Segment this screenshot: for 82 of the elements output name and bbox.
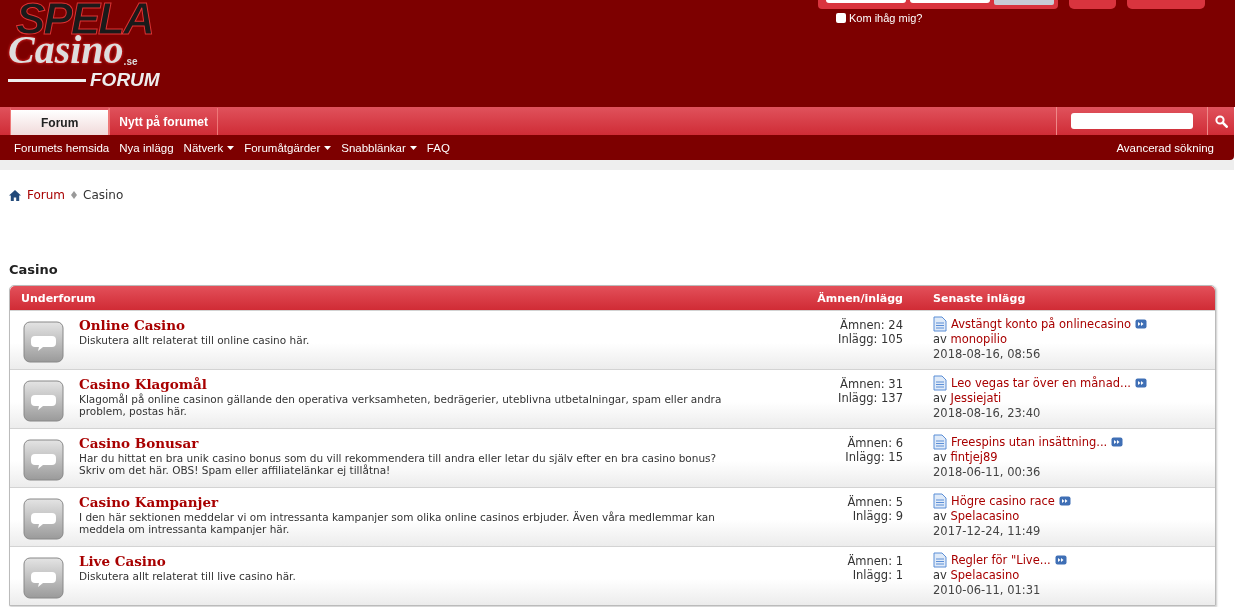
forum-title-link[interactable]: Live Casino xyxy=(79,553,166,569)
go-to-post-icon[interactable] xyxy=(1058,496,1071,506)
breadcrumb-link[interactable]: Forum xyxy=(27,188,66,202)
forum-description: Har du hittat en bra unik casino bonus som du vill rekommendera till andra eller letar du själv efter en bra casino bonus? Skriv om det här. OBS! Spam eller affiliatelänkar ej tillåtna! xyxy=(79,452,718,476)
nav-link[interactable]: FAQ xyxy=(426,141,450,154)
caret-icon xyxy=(324,145,332,150)
forum-title-link[interactable]: Casino Bonusar xyxy=(79,435,199,451)
author-line: av Spelacasino xyxy=(933,509,1020,524)
go-to-post-icon[interactable] xyxy=(1111,437,1124,447)
nav-link[interactable]: Snabblänkar xyxy=(341,141,417,154)
post-date: 2018-08-16, 08:56 xyxy=(933,347,1041,362)
forum-title-link[interactable]: Casino Kampanjer xyxy=(79,494,219,510)
nav-link[interactable]: Forumåtgärder xyxy=(244,141,332,154)
go-to-post-icon[interactable] xyxy=(1135,319,1148,329)
post-title-link[interactable]: Freespins utan insättning... xyxy=(951,434,1108,450)
column-header: Senaste inlägg xyxy=(932,291,1027,305)
go-to-post-icon[interactable] xyxy=(1054,555,1067,565)
input-field[interactable] xyxy=(826,0,906,3)
search-field[interactable] xyxy=(1071,113,1193,129)
go-to-post-icon[interactable] xyxy=(1134,378,1147,388)
checkbox[interactable] xyxy=(836,13,846,23)
topic-count: Ämnen: 6 xyxy=(847,436,903,450)
topic-count: Ämnen: 5 xyxy=(847,495,903,509)
advanced-search-link[interactable]: Avancerad sökning xyxy=(1116,141,1214,154)
post-title-link[interactable]: Högre casino race xyxy=(951,493,1055,509)
post-title-link[interactable]: Leo vegas tar över en månad... xyxy=(951,375,1131,391)
author-line: av fintjej89 xyxy=(933,450,998,465)
caret-icon xyxy=(227,145,235,150)
section-title: Casino xyxy=(9,262,59,277)
author-line: av monopilio xyxy=(933,332,1007,347)
input-field[interactable] xyxy=(910,0,990,3)
user-link[interactable]: fintjej89 xyxy=(950,450,998,464)
user-link[interactable]: Jessiejati xyxy=(950,391,1002,405)
nav-link[interactable]: Nya inlägg xyxy=(119,141,174,154)
post-date: 2018-06-11, 00:36 xyxy=(933,465,1041,480)
forum-description: Klagomål på online casinon gällande den operativa verksamheten, bedrägerier, uteblivna utbetalningar, spam eller andra problem, postas här. xyxy=(79,393,723,417)
topic-count: Ämnen: 1 xyxy=(847,554,903,568)
post-count: Inlägg: 105 xyxy=(838,332,903,346)
nav-link[interactable]: Forumets hemsida xyxy=(14,141,110,154)
post-count: Inlägg: 137 xyxy=(838,391,903,405)
forum-description: Diskutera allt relaterat till live casino här. xyxy=(79,570,297,582)
document-icon xyxy=(933,552,947,568)
user-link[interactable]: Spelacasino xyxy=(950,568,1020,582)
forum-title-link[interactable]: Casino Klagomål xyxy=(79,376,207,392)
document-icon xyxy=(933,434,947,450)
user-link[interactable]: Spelacasino xyxy=(950,509,1020,523)
column-header: Ämnen/inlägg xyxy=(816,291,904,305)
search-icon xyxy=(1214,114,1228,128)
post-count: Inlägg: 15 xyxy=(845,450,903,464)
post-count: Inlägg: 9 xyxy=(852,509,903,523)
document-icon xyxy=(933,375,947,391)
document-icon xyxy=(933,493,947,509)
author-line: av Spelacasino xyxy=(933,568,1020,583)
breadcrumb-current: Casino xyxy=(83,188,124,202)
post-title-link[interactable]: Regler för "Live... xyxy=(951,552,1051,568)
home-icon[interactable] xyxy=(9,189,21,201)
post-date: 2010-06-11, 01:31 xyxy=(933,583,1041,598)
speech-bubble-icon xyxy=(23,557,65,599)
document-icon xyxy=(933,316,947,332)
post-date: 2018-08-16, 23:40 xyxy=(933,406,1041,421)
nav-link[interactable]: Nätverk xyxy=(183,141,235,154)
separator-icon xyxy=(71,191,78,199)
speech-bubble-icon xyxy=(23,380,65,422)
forum-description: I den här sektionen meddelar vi om intressanta kampanjer som olika online casinos erbjuder. Även våra medlemmar kan meddela om intressanta kampanjer här. xyxy=(79,511,716,535)
caret-icon xyxy=(409,145,417,150)
topic-count: Ämnen: 24 xyxy=(840,318,903,332)
post-date: 2017-12-24, 11:49 xyxy=(933,524,1041,539)
tab[interactable]: Forum xyxy=(10,107,110,135)
post-title-link[interactable]: Avstängt konto på onlinecasino xyxy=(951,316,1132,332)
speech-bubble-icon xyxy=(23,321,65,363)
author-line: av Jessiejati xyxy=(933,391,1002,406)
speech-bubble-icon xyxy=(23,439,65,481)
post-count: Inlägg: 1 xyxy=(852,568,903,582)
speech-bubble-icon xyxy=(23,498,65,540)
logo-text: FORUM xyxy=(90,69,160,91)
column-header: Underforum xyxy=(20,291,97,305)
logo-text: .se xyxy=(123,56,138,67)
forum-title-link[interactable]: Online Casino xyxy=(79,317,185,333)
remember-me-label: Kom ihåg mig? xyxy=(849,12,923,24)
user-link[interactable]: monopilio xyxy=(950,332,1007,346)
forum-description: Diskutera allt relaterat till online casino här. xyxy=(79,334,311,346)
topic-count: Ämnen: 31 xyxy=(840,377,903,391)
